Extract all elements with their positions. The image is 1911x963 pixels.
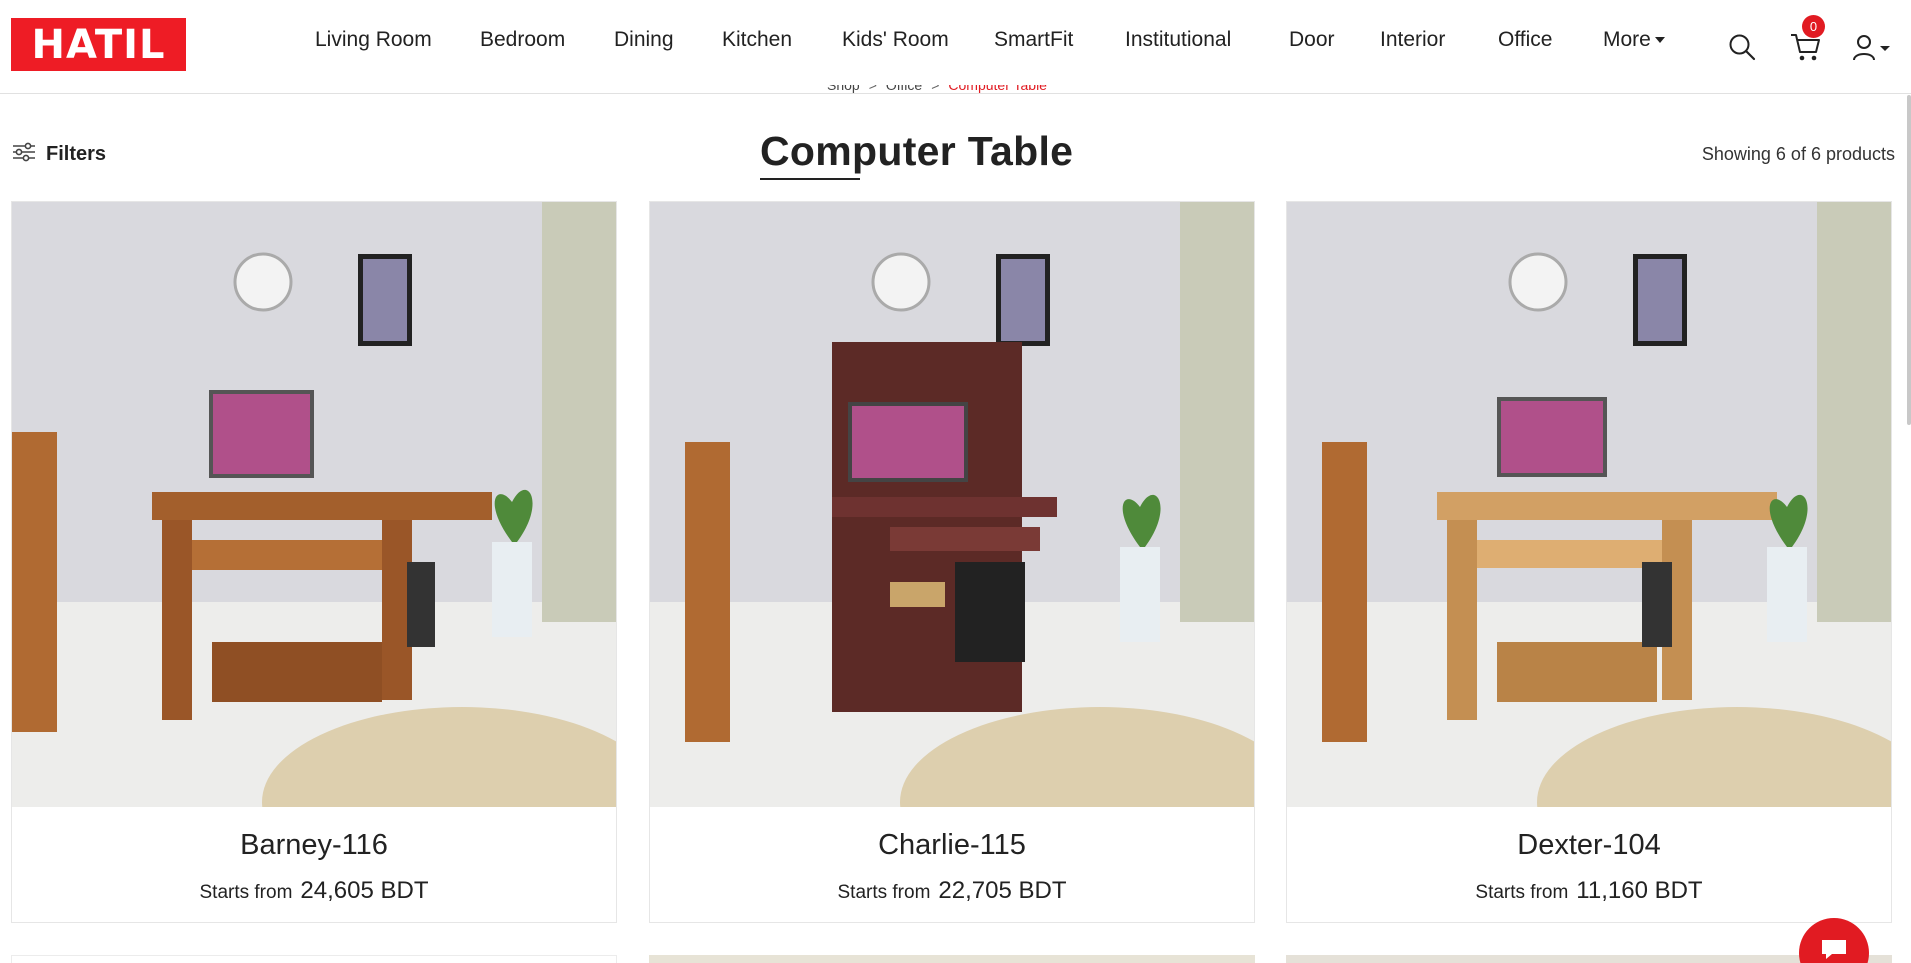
nav-item-kitchen[interactable]: Kitchen: [722, 28, 792, 52]
breadcrumb: Shop > Office > Computer Table: [827, 85, 1047, 101]
starts-from-label: Starts from: [1475, 882, 1569, 903]
product-card-peek: [649, 955, 1255, 963]
breadcrumb-separator: >: [931, 85, 940, 93]
filters-button[interactable]: Filters: [12, 142, 106, 167]
price-row: Starts from 22,705 BDT: [650, 877, 1254, 905]
product-name[interactable]: Dexter-104: [1287, 829, 1891, 862]
product-price: 11,160 BDT: [1576, 877, 1703, 904]
nav-item-smartfit[interactable]: SmartFit: [994, 28, 1073, 52]
breadcrumb-office[interactable]: Office: [886, 85, 922, 93]
nav-item-interior[interactable]: Interior: [1380, 28, 1445, 52]
more-label: More: [1603, 28, 1651, 51]
breadcrumb-separator: >: [868, 85, 877, 93]
price-row: Starts from 11,160 BDT: [1287, 877, 1891, 905]
nav-item-living-room[interactable]: Living Room: [315, 28, 432, 52]
chevron-down-icon: [1654, 37, 1665, 44]
product-card[interactable]: Barney-116 Starts from 24,605 BDT: [11, 201, 617, 923]
nav-item-office[interactable]: Office: [1498, 28, 1552, 52]
page-title: Computer Table: [760, 128, 1074, 174]
cart-count-badge: 0: [1802, 15, 1825, 38]
nav-item-more[interactable]: More: [1603, 28, 1665, 52]
product-count: Showing 6 of 6 products: [1701, 144, 1895, 164]
nav-item-door[interactable]: Door: [1289, 28, 1335, 52]
title-underline: [760, 178, 860, 180]
product-name[interactable]: Charlie-115: [650, 829, 1254, 862]
product-card[interactable]: Dexter-104 Starts from 11,160 BDT: [1286, 201, 1892, 923]
sliders-icon: [12, 142, 36, 167]
user-menu[interactable]: [1852, 34, 1892, 67]
filters-label: Filters: [46, 143, 107, 165]
product-price: 22,705 BDT: [938, 877, 1067, 904]
chat-button[interactable]: [1799, 918, 1869, 963]
product-card[interactable]: Charlie-115 Starts from 22,705 BDT: [649, 201, 1255, 923]
product-image[interactable]: [12, 202, 616, 807]
starts-from-label: Starts from: [199, 882, 293, 903]
search-icon[interactable]: [1728, 33, 1756, 66]
nav-item-bedroom[interactable]: Bedroom: [480, 28, 565, 52]
breadcrumb-current: Computer Table: [948, 85, 1047, 93]
nav-item-institutional[interactable]: Institutional: [1125, 28, 1231, 52]
logo-text: HATIL: [31, 21, 166, 68]
scrollbar[interactable]: [1907, 95, 1911, 425]
product-price: 24,605 BDT: [300, 877, 429, 904]
product-image[interactable]: [650, 202, 1254, 807]
site-header: HATIL Living Room Bedroom Dining Kitchen…: [0, 0, 1911, 94]
product-card-peek: [11, 955, 617, 963]
starts-from-label: Starts from: [837, 882, 931, 903]
chat-icon: [1799, 940, 1869, 963]
nav-item-kids-room[interactable]: Kids' Room: [842, 28, 949, 52]
nav-item-dining[interactable]: Dining: [614, 28, 674, 52]
product-image[interactable]: [1287, 202, 1891, 807]
price-row: Starts from 24,605 BDT: [12, 877, 616, 905]
hatil-logo[interactable]: HATIL: [11, 18, 186, 71]
product-name[interactable]: Barney-116: [12, 829, 616, 862]
breadcrumb-shop[interactable]: Shop: [827, 85, 860, 93]
